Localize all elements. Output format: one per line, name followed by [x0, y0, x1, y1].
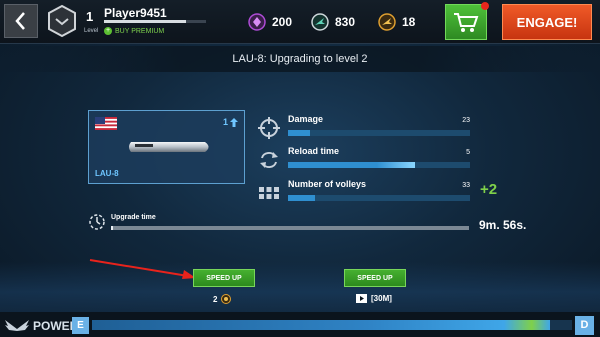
gold-coin-icon [221, 294, 232, 304]
stat-label: Reload time [288, 146, 340, 156]
reload-icon [260, 152, 278, 168]
notification-dot [481, 2, 489, 10]
stat-label: Damage [288, 114, 324, 124]
plus-icon: + [104, 27, 112, 35]
cart-icon [454, 13, 479, 32]
upgrade-title: LAU-8: Upgrading to level 2 [0, 46, 600, 72]
player-level: 1 [86, 9, 94, 24]
power-progress-track [92, 320, 572, 330]
crosshair-icon [258, 117, 280, 139]
xp-progress-bar [104, 20, 206, 23]
stat-reload-time: Reload time 5 [258, 146, 473, 172]
us-flag-icon [95, 117, 117, 130]
currency-credits[interactable]: 830 [311, 13, 355, 31]
stat-value: 5 [466, 149, 470, 156]
platinum-amount: 200 [272, 15, 293, 29]
level-label: Level [84, 28, 99, 34]
speed-up-video-button[interactable]: SPEED UP [344, 269, 406, 287]
video-ad-icon [356, 294, 367, 303]
chevron-left-icon [15, 12, 25, 30]
power-progress-fill [92, 320, 551, 330]
missile-pod-image [129, 142, 209, 152]
weapon-upgrade-count: 1 [223, 117, 238, 127]
back-button[interactable] [4, 4, 38, 38]
weapon-name: LAU-8 [95, 169, 119, 178]
wings-icon [5, 320, 29, 331]
buy-premium-link[interactable]: + BUY PREMIUM [104, 27, 164, 35]
top-bar: 1 Level Player9451 + BUY PREMIUM 200 830… [0, 0, 600, 44]
currency-platinum[interactable]: 200 [248, 13, 292, 31]
stat-progress-bar [288, 195, 470, 201]
buy-premium-label: BUY PREMIUM [115, 27, 165, 35]
stat-label: Number of volleys [288, 179, 367, 189]
speed-up-gold-button[interactable]: SPEED UP [193, 269, 255, 287]
medal-coin-icon [378, 13, 396, 31]
weapon-card[interactable]: 1 LAU-8 [88, 110, 245, 184]
credits-amount: 830 [335, 15, 356, 29]
player-name[interactable]: Player9451 [104, 6, 167, 20]
diamond-icon [248, 13, 266, 31]
stat-damage: Damage 23 [258, 114, 473, 140]
power-end-grade: D [575, 316, 594, 335]
stat-progress-fill [288, 162, 416, 168]
upgrade-time-bar [111, 226, 469, 230]
stat-progress-bar [288, 130, 470, 136]
stat-number-of-volleys: Number of volleys 33 [258, 179, 473, 205]
stat-progress-bar [288, 162, 470, 168]
xp-progress-fill [104, 20, 186, 23]
upgrade-time-remaining: 9m. 56s. [479, 218, 527, 232]
red-arrow-annotation [89, 259, 196, 279]
power-bar: POWER E D [0, 312, 600, 337]
upgrade-count-value: 1 [222, 117, 228, 127]
upgrade-time-fill [111, 226, 113, 230]
volleys-icon [259, 187, 279, 199]
currency-gold[interactable]: 18 [378, 13, 415, 31]
volley-bonus: +2 [480, 181, 498, 198]
stat-value: 23 [462, 117, 470, 124]
engage-button[interactable]: ENGAGE! [502, 4, 592, 40]
gold-cost-value: 2 [213, 294, 218, 304]
stopwatch-icon [89, 214, 105, 230]
stat-progress-fill [288, 130, 310, 136]
speed-up-video-cost: [30M] [356, 294, 392, 303]
power-start-grade: E [72, 317, 89, 334]
plane-coin-icon [311, 13, 329, 31]
stat-value: 33 [462, 182, 470, 189]
shop-cart-button[interactable] [445, 2, 489, 40]
video-cost-value: [30M] [371, 294, 392, 303]
rank-badge-icon[interactable] [46, 4, 78, 38]
upgrade-arrow-icon [230, 117, 238, 127]
stat-progress-fill [288, 195, 316, 201]
upgrade-time-label: Upgrade time [111, 214, 156, 221]
gold-amount: 18 [402, 15, 416, 29]
speed-up-gold-cost: 2 [213, 294, 232, 304]
